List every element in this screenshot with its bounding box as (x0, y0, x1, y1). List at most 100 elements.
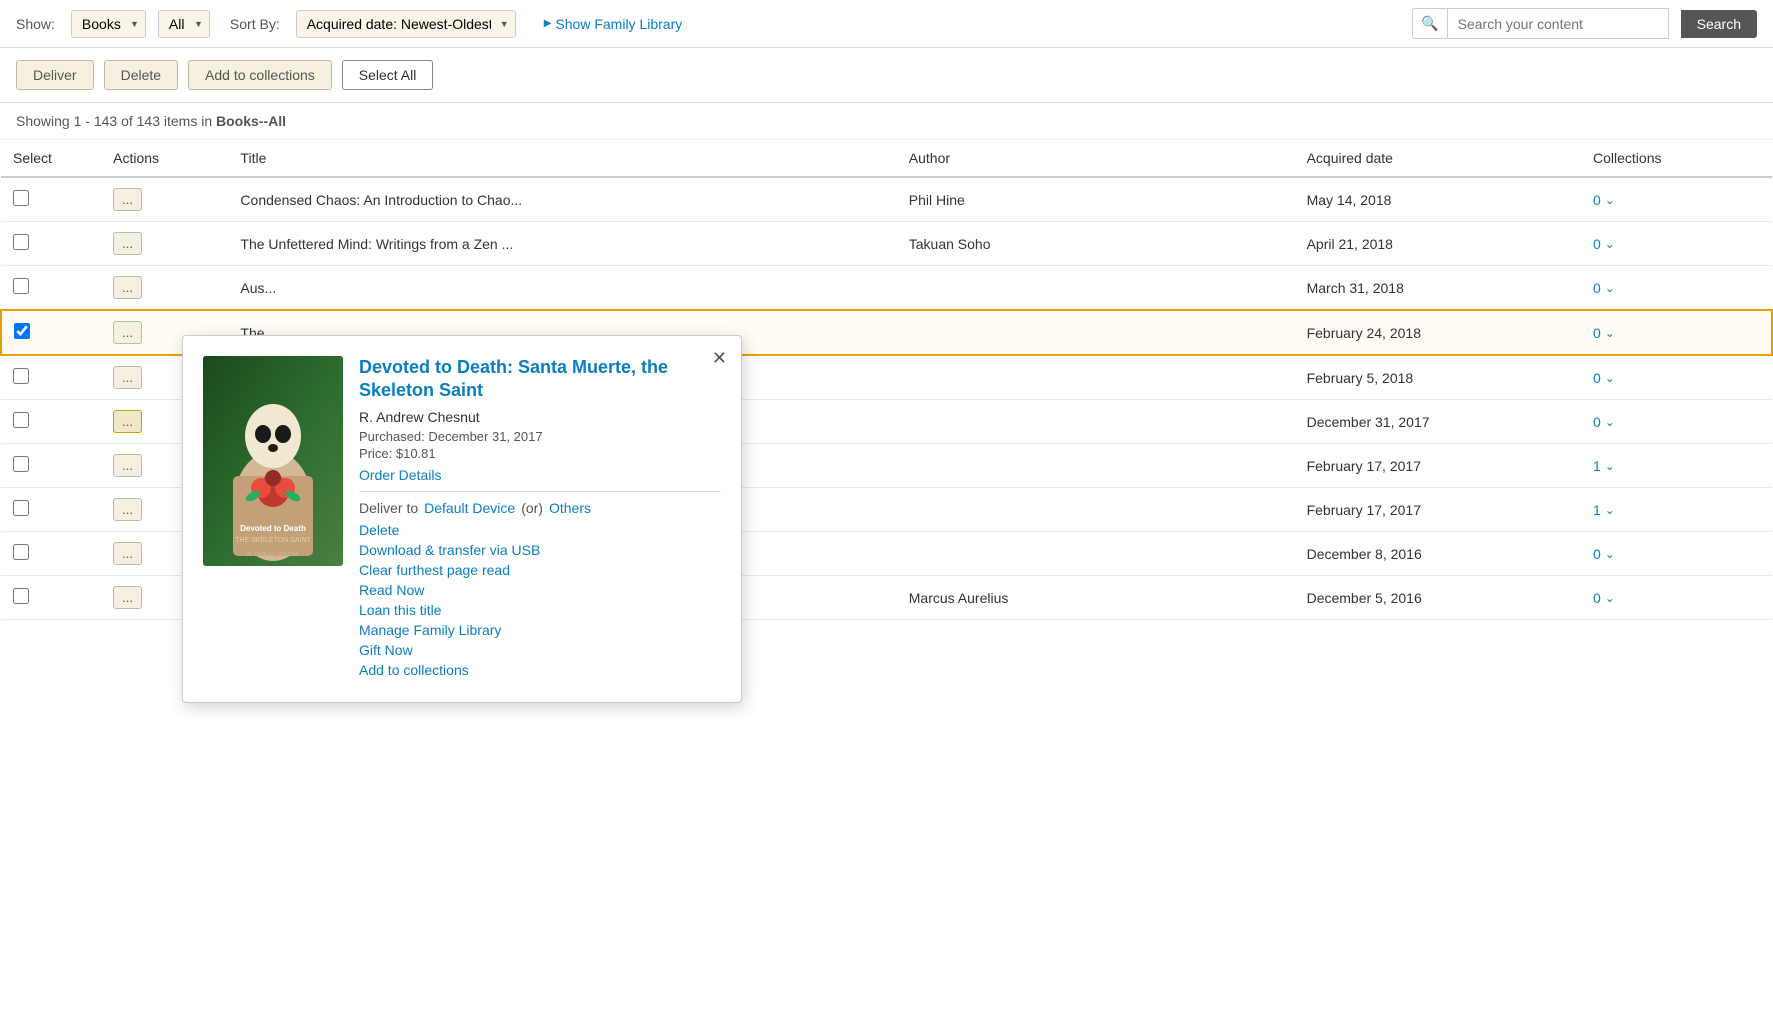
delete-button[interactable]: Delete (104, 60, 178, 90)
row-checkbox[interactable] (13, 368, 29, 384)
collections-chevron-icon: ⌄ (1605, 415, 1615, 429)
row-actions-button[interactable]: ... (113, 454, 142, 477)
row-date: May 14, 2018 (1307, 192, 1392, 208)
book-detail-popup: ✕ (182, 335, 742, 703)
collections-count: 0 (1593, 546, 1601, 562)
row-actions-button[interactable]: ... (113, 542, 142, 565)
row-collections-cell: 0 ⌄ (1581, 576, 1772, 620)
order-details-link[interactable]: Order Details (359, 467, 441, 483)
default-device-link[interactable]: Default Device (424, 500, 515, 516)
row-title-cell: The Unfettered Mind: Writings from a Zen… (228, 222, 896, 266)
row-actions-button[interactable]: ... (113, 410, 142, 433)
row-collections[interactable]: 1 ⌄ (1593, 458, 1760, 474)
row-select-cell (1, 488, 101, 532)
add-collections-button[interactable]: Add to collections (188, 60, 332, 90)
row-actions-button[interactable]: ... (113, 188, 142, 211)
delete-link[interactable]: Delete (359, 522, 721, 538)
add-to-collections-link[interactable]: Add to collections (359, 662, 721, 678)
row-collections-cell: 0 ⌄ (1581, 177, 1772, 222)
row-actions-button[interactable]: ... (113, 276, 142, 299)
popup-deliver-row: Deliver to Default Device (or) Others (359, 500, 721, 516)
row-collections-cell: 0 ⌄ (1581, 400, 1772, 444)
row-checkbox[interactable] (13, 234, 29, 250)
row-author-cell: Marcus Aurelius (897, 576, 1295, 620)
row-actions-button[interactable]: ... (113, 321, 142, 344)
popup-price: Price: $10.81 (359, 446, 721, 461)
row-collections[interactable]: 0 ⌄ (1593, 192, 1760, 208)
row-date: March 31, 2018 (1307, 280, 1404, 296)
collections-count: 0 (1593, 370, 1601, 386)
row-date: February 17, 2017 (1307, 458, 1421, 474)
row-date-cell: March 31, 2018 (1295, 266, 1581, 311)
row-checkbox[interactable] (13, 190, 29, 206)
filter-select[interactable]: All (158, 10, 210, 38)
row-collections[interactable]: 0 ⌄ (1593, 325, 1759, 341)
family-library-link[interactable]: Show Family Library (544, 16, 683, 32)
sort-select[interactable]: Acquired date: Newest-Oldest (296, 10, 516, 38)
popup-book-author: R. Andrew Chesnut (359, 409, 721, 425)
row-actions-button[interactable]: ... (113, 586, 142, 609)
search-button[interactable]: Search (1681, 10, 1757, 38)
row-title: Aus... (240, 280, 276, 296)
books-dropdown-wrapper: Books (71, 10, 146, 38)
row-checkbox[interactable] (13, 588, 29, 604)
sort-dropdown-wrapper: Acquired date: Newest-Oldest (296, 10, 516, 38)
row-title: The Unfettered Mind: Writings from a Zen… (240, 236, 513, 252)
manage-family-link[interactable]: Manage Family Library (359, 622, 721, 638)
popup-close-button[interactable]: ✕ (712, 348, 727, 369)
row-author: Takuan Soho (909, 236, 991, 252)
deliver-button[interactable]: Deliver (16, 60, 94, 90)
table-row: ... Aus... March 31, 2018 0 ⌄ (1, 266, 1772, 311)
row-actions-button[interactable]: ... (113, 498, 142, 521)
cover-illustration: Devoted to Death THE SKELETON SAINT R. A… (203, 356, 343, 566)
row-checkbox[interactable] (13, 456, 29, 472)
row-checkbox[interactable] (13, 412, 29, 428)
row-collections[interactable]: 0 ⌄ (1593, 546, 1760, 562)
row-date-cell: February 17, 2017 (1295, 444, 1581, 488)
row-author-cell: Takuan Soho (897, 222, 1295, 266)
row-collections[interactable]: 0 ⌄ (1593, 236, 1760, 252)
row-collections[interactable]: 0 ⌄ (1593, 280, 1760, 296)
search-input[interactable] (1448, 10, 1668, 38)
row-date: December 5, 2016 (1307, 590, 1422, 606)
price-label: Price: (359, 446, 392, 461)
download-link[interactable]: Download & transfer via USB (359, 542, 721, 558)
popup-content: Devoted to Death THE SKELETON SAINT R. A… (203, 356, 721, 682)
row-collections[interactable]: 1 ⌄ (1593, 502, 1760, 518)
row-checkbox[interactable] (13, 544, 29, 560)
search-container: 🔍 (1412, 8, 1668, 39)
collections-count: 0 (1593, 590, 1601, 606)
row-date: February 5, 2018 (1307, 370, 1414, 386)
row-select-cell (1, 400, 101, 444)
row-select-cell (1, 532, 101, 576)
row-collections[interactable]: 0 ⌄ (1593, 370, 1760, 386)
row-actions-button[interactable]: ... (113, 366, 142, 389)
col-header-select: Select (1, 140, 101, 177)
row-author-cell (897, 400, 1295, 444)
row-author-cell: Phil Hine (897, 177, 1295, 222)
row-checkbox[interactable] (13, 500, 29, 516)
select-all-button[interactable]: Select All (342, 60, 434, 90)
show-books-select[interactable]: Books (71, 10, 146, 38)
clear-link[interactable]: Clear furthest page read (359, 562, 721, 578)
book-cover: Devoted to Death THE SKELETON SAINT R. A… (203, 356, 343, 566)
row-checkbox[interactable] (13, 278, 29, 294)
row-collections[interactable]: 0 ⌄ (1593, 414, 1760, 430)
row-collections[interactable]: 0 ⌄ (1593, 590, 1760, 606)
row-checkbox[interactable] (14, 323, 30, 339)
row-select-cell (1, 222, 101, 266)
row-collections-cell: 0 ⌄ (1581, 310, 1772, 355)
row-select-cell (1, 310, 101, 355)
col-header-actions: Actions (101, 140, 228, 177)
row-actions-button[interactable]: ... (113, 232, 142, 255)
gift-link[interactable]: Gift Now (359, 642, 721, 658)
read-now-link[interactable]: Read Now (359, 582, 721, 598)
row-date: February 17, 2017 (1307, 502, 1421, 518)
loan-link[interactable]: Loan this title (359, 602, 721, 618)
deliver-label: Deliver to (359, 500, 418, 516)
row-author-cell (897, 444, 1295, 488)
action-bar: Deliver Delete Add to collections Select… (0, 48, 1773, 103)
others-link[interactable]: Others (549, 500, 591, 516)
collections-chevron-icon: ⌄ (1605, 371, 1615, 385)
purchased-label: Purchased: (359, 429, 425, 444)
